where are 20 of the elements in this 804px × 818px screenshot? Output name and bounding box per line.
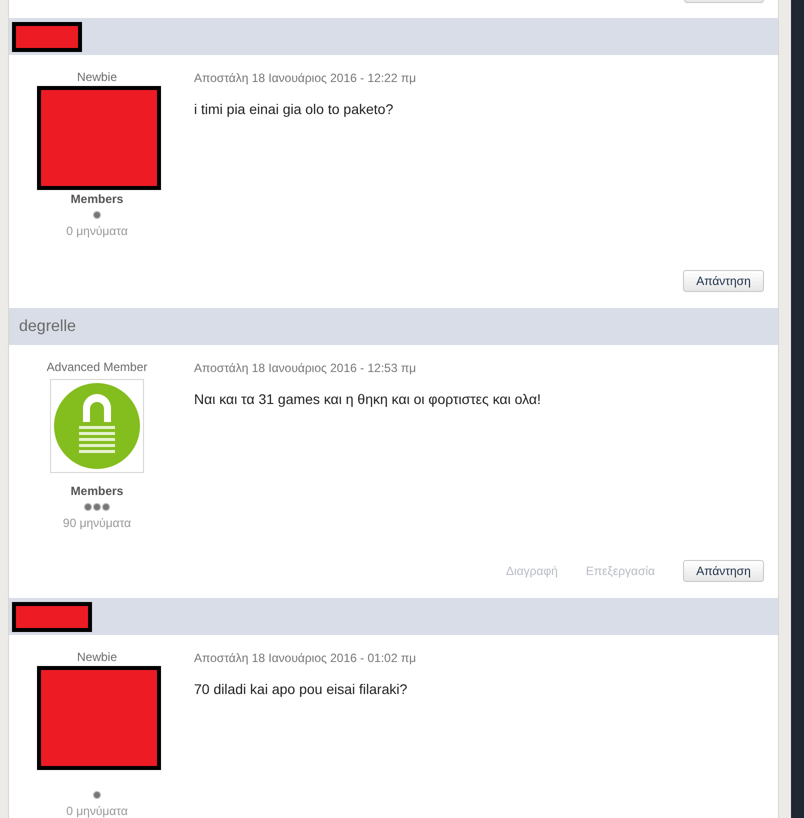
post-count: 90 μηνύματα — [62, 516, 132, 530]
member-group: Members — [70, 484, 124, 498]
post-count: 0 μηνύματα — [66, 804, 128, 818]
member-rank: Newbie — [76, 70, 118, 85]
author-name[interactable]: degrelle — [19, 318, 76, 336]
post-timestamp: Αποστάλη 18 Ιανουάριος 2016 - 12:22 πμ — [194, 71, 418, 85]
pip-icon — [93, 791, 101, 799]
post-timestamp: Αποστάλη 18 Ιανουάριος 2016 - 01:02 πμ — [194, 651, 418, 665]
post-message: Ναι και τα 31 games και η θηκη και οι φορτιστες και ολα! — [194, 391, 542, 407]
member-rank: Newbie — [76, 650, 118, 665]
reply-button[interactable]: Απάντηση — [683, 270, 764, 292]
member-group: Members — [70, 192, 124, 206]
post-count: 0 μηνύματα — [66, 224, 128, 238]
post-timestamp: Αποστάλη 18 Ιανουάριος 2016 - 12:53 πμ — [194, 361, 418, 375]
reply-button[interactable]: Απάντηση — [683, 560, 764, 582]
member-rank: Advanced Member — [46, 360, 148, 375]
post-message: i timi pia einai gia olo to paketo? — [194, 101, 394, 117]
pip-icon — [93, 211, 101, 219]
post-message: 70 diladi kai apo pou eisai filaraki? — [194, 681, 408, 697]
scrollbar[interactable] — [778, 0, 791, 818]
